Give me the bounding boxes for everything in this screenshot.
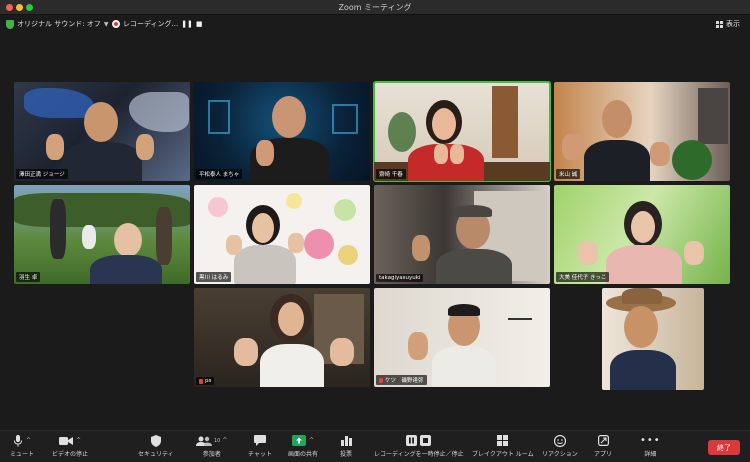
muted-mic-icon — [379, 377, 383, 383]
participant-video — [194, 82, 370, 181]
view-button-label: 表示 — [726, 20, 740, 28]
video-tile[interactable]: 平松泰人 まちゃ — [194, 82, 370, 181]
video-camera-icon — [58, 436, 73, 445]
more-dots-icon: ••• — [640, 435, 661, 446]
video-tile[interactable]: ケツ 磯野達弥 — [374, 288, 550, 387]
participant-video — [554, 185, 730, 284]
chevron-up-icon[interactable]: ^ — [222, 437, 227, 444]
participant-video — [194, 288, 370, 387]
stop-icon — [420, 435, 432, 446]
microphone-icon — [13, 434, 22, 446]
breakout-rooms-button[interactable]: ブレイクアウト ルーム — [472, 434, 534, 462]
vote-button[interactable]: 投票 — [340, 434, 352, 462]
apps-button-label: アプリ — [594, 451, 613, 458]
video-tile[interactable]: 羽生 卓 — [14, 185, 190, 284]
participants-button-label: 参加者 — [202, 451, 221, 458]
video-tile[interactable]: 黒川 はるみ — [194, 185, 370, 284]
video-tile[interactable]: 米山 誠 — [554, 82, 730, 181]
pause-icon — [406, 435, 418, 446]
participant-name-tag: 平松泰人 まちゃ — [196, 169, 243, 179]
shield-icon — [6, 19, 14, 29]
participant-video — [602, 288, 704, 390]
mute-button[interactable]: ^ ミュート — [10, 434, 34, 462]
video-tile[interactable]: 澤田正満 ジョージ — [14, 82, 190, 181]
participants-button[interactable]: 10 ^ 参加者 — [196, 434, 227, 462]
apps-button[interactable]: アプリ — [594, 434, 612, 462]
recording-status-label: レコーディング... — [123, 20, 179, 28]
participant-video — [374, 185, 550, 284]
view-button[interactable]: 表示 — [716, 18, 740, 30]
chevron-up-icon[interactable]: ^ — [26, 437, 31, 444]
window-titlebar: Zoom ミーティング — [0, 0, 750, 15]
recording-status[interactable]: レコーディング... ❚❚ ■ — [112, 18, 203, 30]
participant-name-tag: ps — [196, 377, 215, 385]
muted-mic-icon — [199, 378, 203, 384]
reaction-button-label: リアクション — [542, 451, 578, 458]
video-stop-button[interactable]: ^ ビデオの停止 — [52, 434, 88, 462]
share-screen-button[interactable]: ^ 画面の共有 — [288, 434, 318, 462]
participant-video — [374, 288, 550, 387]
details-button[interactable]: ••• 詳細 — [640, 434, 661, 462]
participant-name-tag: 羽生 卓 — [16, 272, 41, 282]
share-screen-label: 画面の共有 — [288, 451, 319, 458]
participants-icon — [196, 436, 212, 446]
mute-button-label: ミュート — [10, 451, 35, 458]
vote-button-label: 投票 — [340, 451, 353, 458]
video-stop-label: ビデオの停止 — [52, 451, 89, 458]
participant-video — [554, 82, 730, 181]
participant-name-tag: 大美 佳代子 きっこ — [556, 272, 610, 282]
chevron-up-icon[interactable]: ^ — [309, 437, 314, 444]
end-meeting-button[interactable]: 終了 — [708, 440, 740, 455]
shield-icon — [150, 434, 161, 447]
breakout-rooms-label: ブレイクアウト ルーム — [472, 451, 534, 458]
meeting-toolbar: ^ ミュート ^ ビデオの停止 セキュリティ 10 ^ 参加者 チャット ^ 画… — [0, 430, 750, 462]
participant-name-tag: takagiyasuyuki — [376, 274, 424, 282]
share-screen-icon — [291, 435, 306, 446]
poll-icon — [340, 436, 352, 446]
video-tile[interactable]: takagiyasuyuki — [374, 185, 550, 284]
video-tile[interactable]: 大美 佳代子 きっこ — [554, 185, 730, 284]
video-tile[interactable] — [602, 288, 704, 390]
video-gallery: 澤田正満 ジョージ 平松泰人 まちゃ 齋崎 千春 米山 誠 羽生 卓 黒川 はる… — [0, 33, 750, 430]
participants-count: 10 — [214, 437, 221, 444]
chevron-up-icon[interactable]: ^ — [76, 437, 81, 444]
participant-name-tag: 黒川 はるみ — [196, 272, 232, 282]
reaction-button[interactable]: リアクション — [542, 434, 578, 462]
participant-name-tag: 米山 誠 — [556, 169, 581, 179]
participant-name-tag: 澤田正満 ジョージ — [16, 169, 68, 179]
window-title: Zoom ミーティング — [338, 3, 412, 12]
participant-name-tag: 齋崎 千春 — [376, 169, 406, 179]
chevron-down-icon: ▼ — [103, 20, 109, 28]
apps-icon — [597, 435, 609, 446]
participant-video — [14, 82, 190, 181]
stop-icon[interactable]: ■ — [196, 20, 203, 28]
participant-video — [374, 82, 550, 181]
breakout-rooms-icon — [497, 435, 509, 446]
audio-status[interactable]: オリジナル サウンド: オフ ▼ — [6, 18, 108, 30]
recording-pause-label: レコーディングを一時停止／停止 — [374, 451, 464, 458]
security-button-label: セキュリティ — [138, 451, 174, 458]
record-icon — [112, 20, 120, 28]
participant-name-tag: ケツ 磯野達弥 — [376, 375, 427, 385]
details-button-label: 詳細 — [644, 451, 657, 458]
video-tile[interactable]: ps — [194, 288, 370, 387]
chat-button-label: チャット — [248, 451, 272, 458]
grid-view-icon — [716, 20, 723, 28]
video-tile-active-speaker[interactable]: 齋崎 千春 — [373, 81, 551, 182]
security-button[interactable]: セキュリティ — [138, 434, 174, 462]
smiley-icon — [553, 434, 566, 447]
participant-video — [194, 185, 370, 284]
chat-button[interactable]: チャット — [248, 434, 272, 462]
participant-video — [14, 185, 190, 284]
audio-status-label: オリジナル サウンド: オフ — [17, 20, 101, 28]
pause-icon[interactable]: ❚❚ — [181, 20, 193, 28]
recording-pause-button[interactable]: レコーディングを一時停止／停止 — [374, 434, 464, 462]
chat-bubble-icon — [253, 435, 266, 446]
meeting-info-bar: オリジナル サウンド: オフ ▼ レコーディング... ❚❚ ■ 表示 — [0, 15, 750, 33]
